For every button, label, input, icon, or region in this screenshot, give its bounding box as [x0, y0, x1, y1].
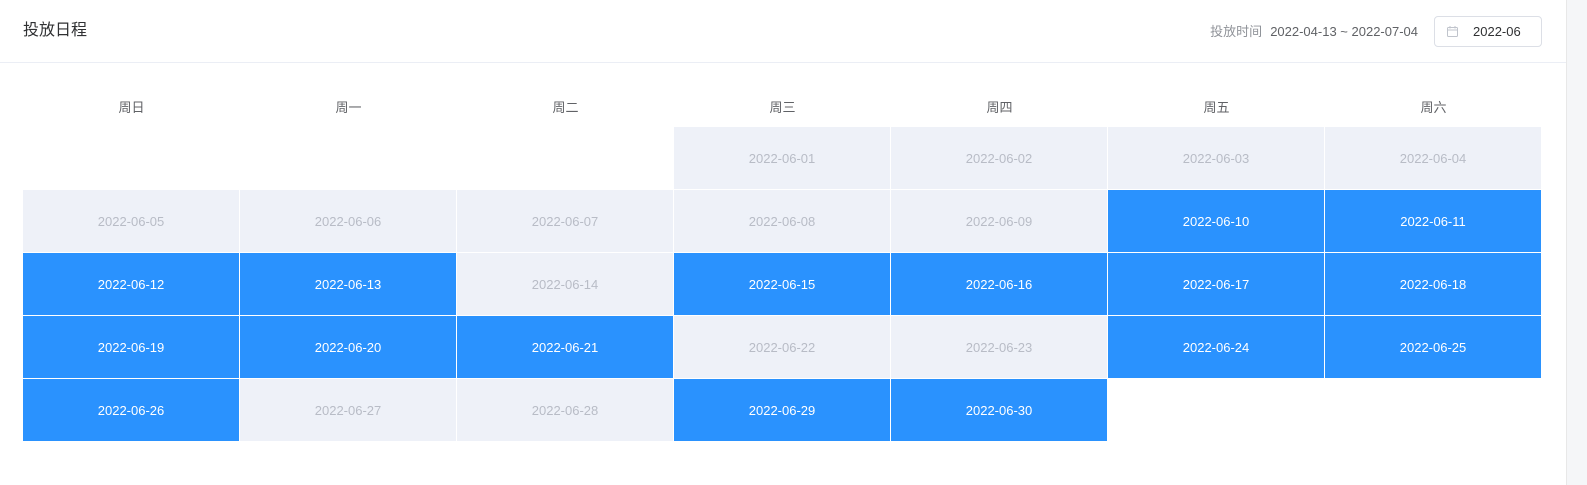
weekday-label: 周四	[986, 100, 1013, 115]
day-cell[interactable]: 2022-06-06	[240, 190, 456, 252]
day-cell-selected[interactable]: 2022-06-25	[1325, 316, 1541, 378]
weekday-label: 周一	[335, 100, 362, 115]
month-picker[interactable]: 2022-06	[1434, 16, 1542, 47]
calendar-icon	[1447, 26, 1458, 37]
day-cell-selected[interactable]: 2022-06-11	[1325, 190, 1541, 252]
empty-cell	[23, 127, 239, 189]
scrollbar-track[interactable]	[1566, 0, 1587, 485]
day-cell-selected[interactable]: 2022-06-16	[891, 253, 1107, 315]
day-cell[interactable]: 2022-06-09	[891, 190, 1107, 252]
day-cell[interactable]: 2022-06-02	[891, 127, 1107, 189]
day-cell[interactable]: 2022-06-28	[457, 379, 673, 441]
delivery-period: 投放时间 2022-04-13 ~ 2022-07-04	[1210, 23, 1418, 41]
day-cell-selected[interactable]: 2022-06-26	[23, 379, 239, 441]
day-cell-selected[interactable]: 2022-06-15	[674, 253, 890, 315]
day-cell[interactable]: 2022-06-05	[23, 190, 239, 252]
day-cell[interactable]: 2022-06-08	[674, 190, 890, 252]
day-cell[interactable]: 2022-06-22	[674, 316, 890, 378]
day-cell-selected[interactable]: 2022-06-24	[1108, 316, 1324, 378]
calendar-grid: 2022-06-01 2022-06-02 2022-06-03 2022-06-04…	[23, 127, 1542, 442]
day-cell[interactable]: 2022-06-14	[457, 253, 673, 315]
day-cell-selected[interactable]: 2022-06-30	[891, 379, 1107, 441]
period-range: 2022-04-13 ~ 2022-07-04	[1270, 24, 1418, 39]
day-cell[interactable]: 2022-06-04	[1325, 127, 1541, 189]
weekday-label: 周日	[118, 100, 145, 115]
day-cell[interactable]: 2022-06-07	[457, 190, 673, 252]
day-cell-selected[interactable]: 2022-06-17	[1108, 253, 1324, 315]
day-cell[interactable]: 2022-06-23	[891, 316, 1107, 378]
weekday-label: 周六	[1420, 100, 1447, 115]
month-value: 2022-06	[1473, 24, 1521, 39]
day-cell-selected[interactable]: 2022-06-21	[457, 316, 673, 378]
day-cell-selected[interactable]: 2022-06-20	[240, 316, 456, 378]
weekday-label: 周五	[1203, 100, 1230, 115]
weekday-header-row: 周日 周一 周二 周三 周四 周五 周六	[23, 97, 1542, 119]
schedule-card: 投放日程 投放时间 2022-04-13 ~ 2022-07-04 2022-06…	[0, 0, 1566, 485]
day-cell-selected[interactable]: 2022-06-18	[1325, 253, 1541, 315]
weekday-label: 周二	[552, 100, 579, 115]
day-cell[interactable]: 2022-06-27	[240, 379, 456, 441]
empty-cell	[457, 127, 673, 189]
day-cell[interactable]: 2022-06-03	[1108, 127, 1324, 189]
period-label: 投放时间	[1210, 24, 1263, 39]
day-cell-selected[interactable]: 2022-06-29	[674, 379, 890, 441]
card-header: 投放日程 投放时间 2022-04-13 ~ 2022-07-04 2022-06	[0, 0, 1566, 63]
day-cell-selected[interactable]: 2022-06-10	[1108, 190, 1324, 252]
weekday-label: 周三	[769, 100, 796, 115]
day-cell[interactable]: 2022-06-01	[674, 127, 890, 189]
day-cell-selected[interactable]: 2022-06-19	[23, 316, 239, 378]
empty-cell	[240, 127, 456, 189]
day-cell-selected[interactable]: 2022-06-12	[23, 253, 239, 315]
page-title: 投放日程	[23, 22, 88, 39]
day-cell-selected[interactable]: 2022-06-13	[240, 253, 456, 315]
